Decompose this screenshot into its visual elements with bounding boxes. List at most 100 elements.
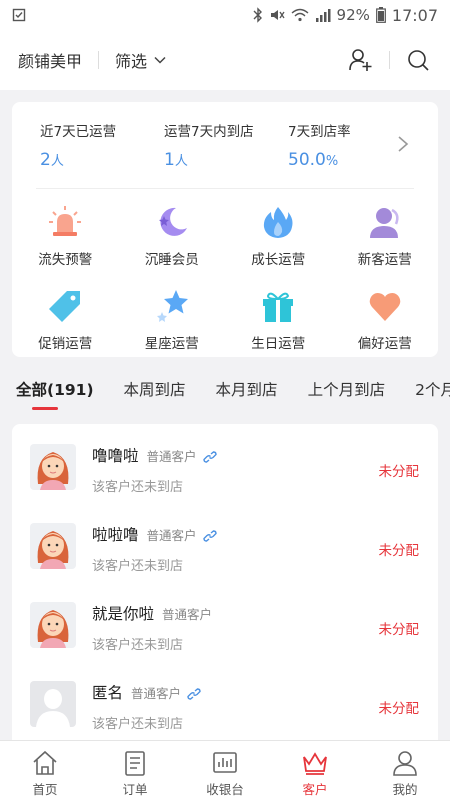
tab-this-week[interactable]: 本周到店 bbox=[124, 378, 186, 400]
crown-icon bbox=[303, 752, 327, 775]
stat-value: 2人 bbox=[40, 150, 164, 170]
stats-row[interactable]: 近7天已运营 2人 运营7天内到店 1人 7天到店率 50.0% bbox=[12, 102, 438, 188]
avatar bbox=[30, 444, 76, 490]
nav-label: 订单 bbox=[122, 782, 148, 797]
link-icon bbox=[202, 529, 217, 542]
customer-name: 匿名 bbox=[92, 684, 124, 702]
operations-card: 近7天已运营 2人 运营7天内到店 1人 7天到店率 50.0% 流失预警 沉睡… bbox=[12, 102, 438, 357]
customer-type: 普通客户 bbox=[162, 607, 213, 622]
add-user-icon bbox=[349, 49, 372, 71]
add-customer-button[interactable] bbox=[347, 46, 375, 74]
female-avatar-icon bbox=[30, 444, 76, 490]
tab-this-month[interactable]: 本月到店 bbox=[216, 378, 278, 400]
order-icon bbox=[125, 751, 145, 776]
tag-icon bbox=[47, 288, 83, 324]
app-header: 颜铺美甲 筛选 bbox=[0, 30, 450, 90]
wifi-icon bbox=[291, 8, 309, 22]
stat-unit: 人 bbox=[50, 154, 64, 169]
alarm-icon bbox=[47, 204, 83, 240]
assign-status: 未分配 bbox=[378, 543, 420, 559]
visit-status: 该客户还未到店 bbox=[92, 638, 184, 653]
operations-grid: 流失预警 沉睡会员 成长运营 新客运营 促销运营 星座运营 生日运营 偏好运营 bbox=[12, 200, 438, 358]
customer-name-line: 就是你啦 普通客户 bbox=[92, 602, 212, 624]
avatar bbox=[30, 523, 76, 569]
list-item[interactable]: 噜噜啦 普通客户 该客户还未到店 未分配 bbox=[12, 424, 438, 503]
stat-visit-rate-7d: 7天到店率 50.0% bbox=[288, 120, 412, 188]
new-user-icon bbox=[367, 204, 403, 240]
nav-label: 收银台 bbox=[206, 782, 244, 797]
chevron-right-icon[interactable] bbox=[396, 134, 410, 154]
op-promotion[interactable]: 促销运营 bbox=[12, 284, 119, 358]
clock-time: 17:07 bbox=[391, 5, 438, 25]
customer-type: 普通客户 bbox=[146, 449, 197, 464]
stat-operated-7d: 近7天已运营 2人 bbox=[40, 120, 164, 188]
op-preference[interactable]: 偏好运营 bbox=[332, 284, 439, 358]
filter-tabs: 全部(191) 本周到店 本月到店 上个月到店 2个月 bbox=[0, 366, 450, 412]
nav-cashier[interactable]: 收银台 bbox=[180, 741, 270, 800]
op-label: 新客运营 bbox=[357, 252, 412, 268]
status-bar: 92% 17:07 bbox=[0, 0, 450, 30]
op-label: 生日运营 bbox=[251, 336, 306, 352]
signal-icon bbox=[315, 9, 331, 22]
op-label: 成长运营 bbox=[251, 252, 306, 268]
moon-icon bbox=[154, 204, 190, 240]
stat-label: 近7天已运营 bbox=[40, 124, 117, 140]
op-label: 流失预警 bbox=[38, 252, 93, 268]
customer-name: 啦啦噜 bbox=[92, 526, 139, 544]
op-label: 偏好运营 bbox=[357, 336, 412, 352]
actions-divider bbox=[389, 51, 390, 69]
customer-name: 就是你啦 bbox=[92, 605, 155, 623]
assign-status: 未分配 bbox=[378, 701, 420, 717]
bluetooth-icon bbox=[253, 7, 262, 23]
op-sleeping-members[interactable]: 沉睡会员 bbox=[119, 200, 226, 274]
battery-icon bbox=[375, 7, 386, 23]
tab-all[interactable]: 全部(191) bbox=[16, 378, 94, 410]
gift-icon bbox=[260, 288, 296, 324]
header-divider bbox=[98, 51, 100, 69]
tab-two-months[interactable]: 2个月 bbox=[415, 378, 450, 400]
stat-value: 50.0% bbox=[288, 150, 412, 170]
link-icon bbox=[187, 687, 201, 700]
customer-name-line: 啦啦噜 普通客户 bbox=[92, 523, 217, 545]
profile-icon bbox=[393, 751, 417, 776]
assign-status: 未分配 bbox=[378, 464, 420, 480]
list-item[interactable]: 就是你啦 普通客户 该客户还未到店 未分配 bbox=[12, 582, 438, 661]
list-item[interactable]: 匿名 普通客户 该客户还未到店 未分配 bbox=[12, 661, 438, 740]
op-constellation[interactable]: 星座运营 bbox=[119, 284, 226, 358]
search-button[interactable] bbox=[404, 46, 432, 74]
star-icon bbox=[154, 288, 190, 324]
nav-customers[interactable]: 客户 bbox=[270, 741, 360, 800]
nav-orders[interactable]: 订单 bbox=[90, 741, 180, 800]
cashier-icon bbox=[213, 752, 237, 773]
op-new-customers[interactable]: 新客运营 bbox=[332, 200, 439, 274]
visit-status: 该客户还未到店 bbox=[92, 480, 184, 495]
nav-label: 首页 bbox=[32, 782, 58, 797]
female-avatar-icon bbox=[30, 602, 76, 648]
stat-label: 运营7天内到店 bbox=[164, 124, 254, 140]
anonymous-avatar-icon bbox=[30, 681, 76, 727]
link-icon bbox=[202, 450, 217, 463]
battery-percent: 92% bbox=[336, 6, 370, 24]
mute-icon bbox=[270, 10, 285, 20]
nav-home[interactable]: 首页 bbox=[0, 741, 90, 800]
store-name[interactable]: 颜铺美甲 bbox=[18, 48, 82, 72]
op-birthday[interactable]: 生日运营 bbox=[225, 284, 332, 358]
filter-dropdown[interactable]: 筛选 bbox=[115, 48, 167, 72]
bottom-nav: 首页 订单 收银台 客户 我的 bbox=[0, 740, 450, 800]
stat-visited-7d: 运营7天内到店 1人 bbox=[164, 120, 288, 188]
tab-last-month[interactable]: 上个月到店 bbox=[308, 378, 386, 400]
op-label: 星座运营 bbox=[144, 336, 199, 352]
search-icon bbox=[408, 50, 429, 71]
op-label: 沉睡会员 bbox=[144, 252, 199, 268]
stat-unit: % bbox=[325, 154, 339, 169]
task-check-icon bbox=[12, 8, 26, 22]
chevron-down-icon bbox=[154, 56, 166, 64]
nav-profile[interactable]: 我的 bbox=[360, 741, 450, 800]
op-growth[interactable]: 成长运营 bbox=[225, 200, 332, 274]
op-churn-warning[interactable]: 流失预警 bbox=[12, 200, 119, 274]
stat-value: 1人 bbox=[164, 150, 288, 170]
visit-status: 该客户还未到店 bbox=[92, 559, 184, 574]
list-item[interactable]: 啦啦噜 普通客户 该客户还未到店 未分配 bbox=[12, 503, 438, 582]
home-icon bbox=[33, 750, 57, 775]
card-divider bbox=[36, 188, 414, 189]
